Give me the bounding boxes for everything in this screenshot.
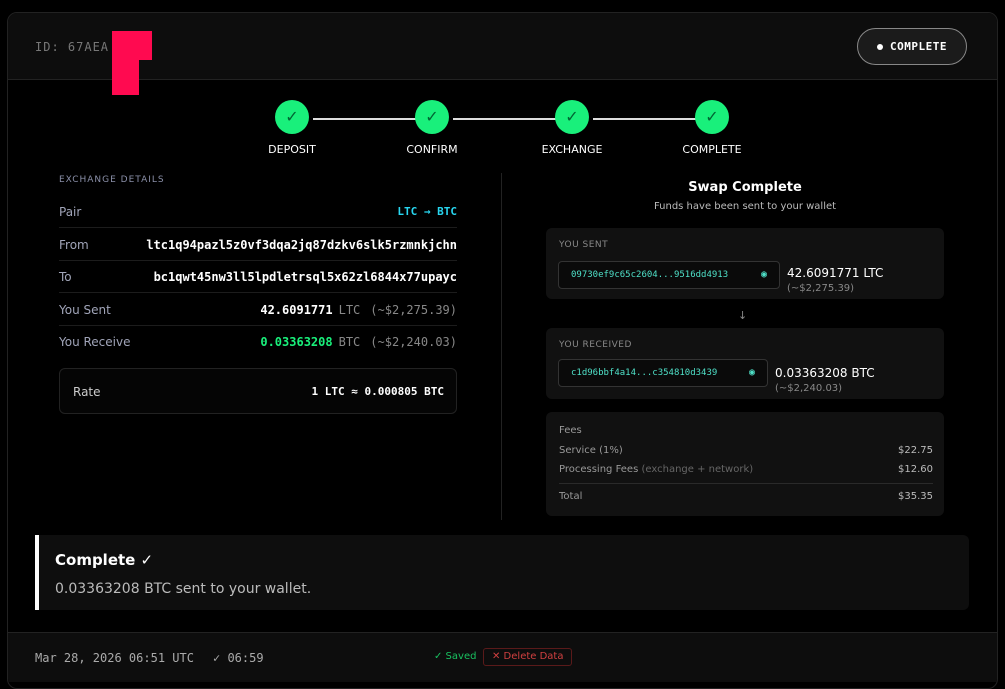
fee-processing-label: Processing Fees (559, 464, 639, 475)
status-button[interactable]: COMPLETE (857, 28, 967, 65)
received-tx-link[interactable]: c1d96bbf4a14...c354810d3439 ◉ (558, 359, 768, 387)
arrow-down-icon: ↓ (738, 309, 748, 322)
sent-amount-summary: 42.6091771 LTC (~$2,275.39) (787, 266, 944, 294)
redaction-mark (112, 31, 152, 95)
pair-value: LTC → BTC (397, 205, 457, 218)
check-icon: ✓ (555, 100, 589, 134)
sent-tx-hash: 09730ef9c65c2604...9516dd4913 (571, 270, 729, 280)
step-label: COMPLETE (682, 143, 742, 156)
header-bar: ID: 67AEA COMPLETE (8, 13, 997, 95)
footer-bar: Mar 28, 2026 06:51 UTC ✓ 06:59 ✓ Saved ✕… (8, 632, 997, 682)
swap-subtitle: Funds have been sent to your wallet (653, 201, 837, 212)
receive-label: You Receive (59, 335, 131, 349)
step-exchange: ✓ EXCHANGE (532, 100, 612, 156)
exchange-card: ID: 67AEA COMPLETE ✓ DEPOSIT ✓ CONFIRM ✓… (7, 12, 998, 689)
fee-total-value: $35.35 (898, 491, 933, 502)
fee-service-value: $22.75 (898, 445, 933, 456)
fees-title: Fees (559, 425, 933, 436)
exchange-id: ID: 67AEA (35, 40, 110, 54)
you-sent-label: YOU SENT (559, 240, 609, 250)
fee-processing-row: Processing Fees (exchange + network) $12… (559, 464, 933, 475)
step-label: EXCHANGE (541, 143, 603, 156)
fee-total-label: Total (559, 491, 583, 502)
from-label: From (59, 238, 89, 252)
received-usd-text: (~$2,240.03) (775, 383, 843, 394)
check-icon: ✓ (415, 100, 449, 134)
saved-status: ✓ Saved (434, 651, 477, 662)
sent-usd: (~$2,275.39) (370, 303, 457, 317)
rate-box: Rate 1 LTC ≈ 0.000805 BTC (59, 368, 457, 414)
banner-title: Complete ✓ (55, 551, 154, 569)
sent-unit: LTC (338, 303, 361, 317)
complete-banner: Complete ✓ 0.03363208 BTC sent to your w… (35, 535, 969, 610)
check-icon: ✓ (275, 100, 309, 134)
rate-label: Rate (73, 385, 101, 399)
eye-icon[interactable]: ◉ (749, 360, 755, 386)
fee-service-label: Service (1%) (559, 445, 623, 456)
receive-amount: 0.03363208 (260, 335, 333, 349)
to-row: To bc1qwt45nw3ll5lpdletrsql5x62zl6844x77… (59, 261, 457, 293)
swap-title: Swap Complete (688, 180, 802, 195)
exchange-details-title: EXCHANGE DETAILS (59, 175, 165, 185)
pair-row: Pair LTC → BTC (59, 196, 457, 228)
fees-box: Fees Service (1%) $22.75 Processing Fees… (546, 412, 944, 516)
eye-icon[interactable]: ◉ (761, 262, 767, 288)
receive-usd: (~$2,240.03) (370, 335, 457, 349)
step-label: DEPOSIT (268, 143, 316, 156)
step-confirm: ✓ CONFIRM (392, 100, 472, 156)
rate-value: 1 LTC ≈ 0.000805 BTC (311, 385, 444, 398)
to-label: To (59, 270, 72, 284)
sent-row: You Sent 42.6091771 LTC (~$2,275.39) (59, 294, 457, 326)
received-amount-summary: 0.03363208 BTC (~$2,240.03) (775, 366, 944, 394)
received-amount-text: 0.03363208 BTC (775, 366, 875, 380)
fees-title-text: Fees (559, 425, 582, 436)
created-date: Mar 28, 2026 06:51 UTC (35, 651, 194, 665)
to-address[interactable]: bc1qwt45nw3ll5lpdletrsql5x62zl6844x77upa… (154, 270, 457, 284)
fee-total-row: Total $35.35 (559, 491, 933, 502)
received-tx-hash: c1d96bbf4a14...c354810d3439 (571, 368, 718, 378)
delete-data-button[interactable]: ✕ Delete Data (483, 648, 573, 666)
completed-time: ✓ 06:59 (213, 651, 264, 665)
sent-usd-text: (~$2,275.39) (787, 283, 855, 294)
step-complete: ✓ COMPLETE (672, 100, 752, 156)
from-row: From ltc1q94pazl5z0vf3dqa2jq87dzkv6slk5r… (59, 229, 457, 261)
receive-row: You Receive 0.03363208 BTC (~$2,240.03) (59, 326, 457, 358)
receive-value: 0.03363208 BTC (~$2,240.03) (260, 335, 457, 349)
check-icon: ✓ (695, 100, 729, 134)
banner-message: 0.03363208 BTC sent to your wallet. (55, 581, 312, 597)
you-sent-box: YOU SENT 09730ef9c65c2604...9516dd4913 ◉… (546, 228, 944, 299)
you-received-label: YOU RECEIVED (559, 340, 632, 350)
status-label: COMPLETE (890, 40, 947, 53)
step-label: CONFIRM (406, 143, 458, 156)
step-deposit: ✓ DEPOSIT (252, 100, 332, 156)
fee-divider (559, 483, 933, 484)
from-address[interactable]: ltc1q94pazl5z0vf3dqa2jq87dzkv6slk5rzmnkj… (146, 238, 457, 252)
sent-tx-link[interactable]: 09730ef9c65c2604...9516dd4913 ◉ (558, 261, 780, 289)
sent-amount: 42.6091771 (260, 303, 333, 317)
receive-unit: BTC (338, 335, 361, 349)
sent-amount-text: 42.6091771 LTC (787, 266, 884, 280)
you-received-box: YOU RECEIVED c1d96bbf4a14...c354810d3439… (546, 328, 944, 399)
fee-service-row: Service (1%) $22.75 (559, 445, 933, 456)
sent-value: 42.6091771 LTC (~$2,275.39) (260, 303, 457, 317)
status-dot-icon (877, 43, 883, 50)
pair-label: Pair (59, 205, 82, 219)
fee-processing-note: (exchange + network) (641, 464, 754, 475)
fee-processing-value: $12.60 (898, 464, 933, 475)
sent-label: You Sent (59, 303, 111, 317)
column-divider (501, 173, 502, 520)
